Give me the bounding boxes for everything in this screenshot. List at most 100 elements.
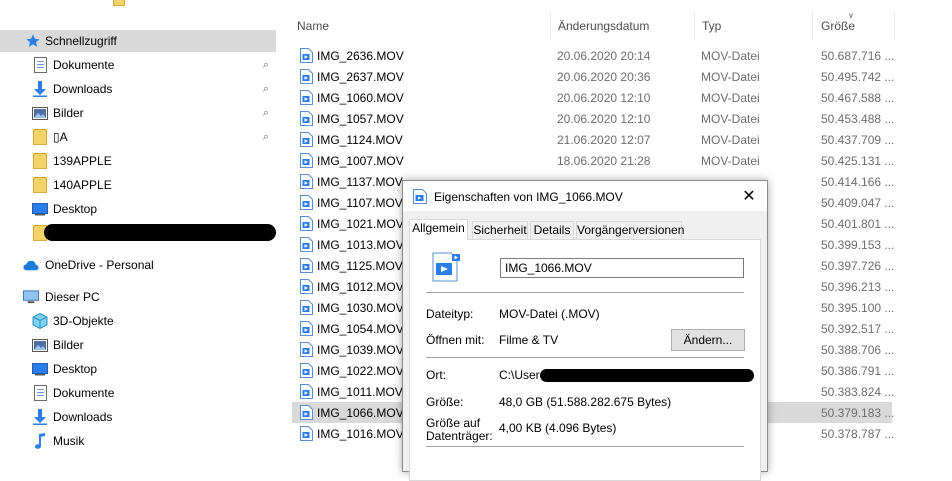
sidebar-item-label: Desktop xyxy=(53,202,98,216)
dialog-title: Eigenschaften von IMG_1066.MOV xyxy=(434,190,623,204)
location-value: C:\User xyxy=(499,368,540,382)
table-row[interactable]: IMG_2637.MOV 20.06.2020 20:36 MOV-Datei 50.… xyxy=(292,66,894,87)
sidebar-item-label: Downloads xyxy=(53,410,113,424)
column-divider[interactable] xyxy=(694,12,695,40)
dialog-titlebar[interactable]: Eigenschaften von IMG_1066.MOV ✕ xyxy=(403,181,767,211)
desktop-icon xyxy=(32,201,48,217)
file-type: MOV-Datei xyxy=(701,49,760,63)
tab-details[interactable]: Details xyxy=(530,221,574,239)
video-file-icon xyxy=(300,342,313,357)
file-name: IMG_1011.MOV xyxy=(317,385,403,399)
file-size: 50.453.488 ... xyxy=(821,112,895,126)
sidebar-item-downloads-pc[interactable]: Downloads xyxy=(0,406,276,428)
sidebar-item-quick-access[interactable]: Schnellzugriff xyxy=(0,30,276,52)
tab-vorgaengerversionen[interactable]: Vorgängerversionen xyxy=(576,221,684,239)
table-row[interactable]: IMG_1060.MOV 20.06.2020 12:10 MOV-Datei 50.… xyxy=(292,87,894,108)
file-date: 18.06.2020 21:28 xyxy=(557,154,651,168)
file-size: 50.383.824 ... xyxy=(821,385,895,399)
open-with-value: Filme & TV xyxy=(499,333,559,347)
pin-icon[interactable]: ⌕ xyxy=(260,59,272,71)
sidebar-item-bilder[interactable]: Bilder ⌕ xyxy=(0,102,276,124)
sidebar-item-139apple[interactable]: 139APPLE xyxy=(0,150,276,172)
file-name: IMG_1057.MOV xyxy=(317,112,404,126)
file-size: 50.425.131 ... xyxy=(821,154,895,168)
column-header-size[interactable]: Größe xyxy=(821,19,855,33)
video-file-icon xyxy=(300,426,313,441)
filename-input[interactable]: IMG_1066.MOV xyxy=(500,258,744,278)
change-button[interactable]: Ändern... xyxy=(671,329,745,351)
sidebar-item-bilder-pc[interactable]: Bilder xyxy=(0,334,276,356)
file-name: IMG_1054.MOV xyxy=(317,322,404,336)
document-icon xyxy=(32,385,48,401)
file-name: IMG_1012.MOV xyxy=(317,280,404,294)
file-size: 50.401.801 ... xyxy=(821,217,895,231)
video-file-icon xyxy=(300,237,313,252)
file-name: IMG_1007.MOV xyxy=(317,154,404,168)
sidebar-item-3d-objekte[interactable]: 3D-Objekte xyxy=(0,310,276,332)
table-row[interactable]: IMG_1007.MOV 18.06.2020 21:28 MOV-Datei 50.… xyxy=(292,150,895,171)
file-size: 50.409.047 ... xyxy=(821,196,895,210)
table-row[interactable]: IMG_1124.MOV 21.06.2020 12:07 MOV-Datei 50.… xyxy=(292,129,894,150)
tab-allgemein[interactable]: Allgemein xyxy=(409,219,468,240)
file-size: 50.388.706 ... xyxy=(821,343,895,357)
separator xyxy=(426,292,744,293)
table-row[interactable]: IMG_1057.MOV 20.06.2020 12:10 MOV-Datei 50.… xyxy=(292,108,895,129)
pin-icon[interactable]: ⌕ xyxy=(260,107,272,119)
file-name: IMG_1107.MOV xyxy=(317,196,403,210)
video-file-icon xyxy=(300,174,313,189)
pin-icon[interactable]: ⌕ xyxy=(260,131,272,143)
sidebar-item-musik[interactable]: Musik xyxy=(0,430,276,452)
column-divider[interactable] xyxy=(550,12,551,40)
video-file-icon xyxy=(300,48,313,63)
column-header-type[interactable]: Typ xyxy=(702,19,721,33)
pin-icon[interactable]: ⌕ xyxy=(260,83,272,95)
sidebar-item-label: OneDrive - Personal xyxy=(45,258,154,272)
tab-panel-allgemein: IMG_1066.MOV Dateityp: MOV-Datei (.MOV) … xyxy=(409,239,761,481)
sidebar-item-label: Dieser PC xyxy=(45,290,100,304)
folder-icon xyxy=(32,129,48,145)
sidebar-item-this-pc[interactable]: Dieser PC xyxy=(0,286,276,308)
file-name: IMG_1013.MOV xyxy=(317,238,404,252)
tab-sicherheit[interactable]: Sicherheit xyxy=(472,221,528,239)
file-size: 50.397.726 ... xyxy=(821,259,895,273)
video-file-icon xyxy=(300,216,313,231)
pictures-icon xyxy=(32,105,48,121)
file-type: MOV-Datei xyxy=(701,91,760,105)
file-name: IMG_1124.MOV xyxy=(317,133,403,147)
sidebar-item-label: ▯A xyxy=(53,130,68,144)
file-name: IMG_1066.MOV xyxy=(317,406,404,420)
desktop-icon xyxy=(32,361,48,377)
folder-icon xyxy=(32,177,48,193)
file-size: 50.395.100 ... xyxy=(821,301,895,315)
sidebar-item-desktop-pc[interactable]: Desktop xyxy=(0,358,276,380)
table-row[interactable]: IMG_2636.MOV 20.06.2020 20:14 MOV-Datei 50.… xyxy=(292,45,894,66)
file-size: 50.399.153 ... xyxy=(821,238,895,252)
column-header-name[interactable]: Name xyxy=(297,19,329,33)
sidebar-item-onedrive[interactable]: OneDrive - Personal xyxy=(0,254,276,276)
column-divider[interactable] xyxy=(812,12,813,40)
close-icon[interactable]: ✕ xyxy=(739,186,759,206)
file-date: 20.06.2020 12:10 xyxy=(557,112,651,126)
column-divider[interactable] xyxy=(894,12,895,40)
sidebar-item-folder-a[interactable]: ▯A ⌕ xyxy=(0,126,276,148)
file-name: IMG_1137.MOV xyxy=(317,175,403,189)
sidebar-item-dokumente[interactable]: Dokumente ⌕ xyxy=(0,54,276,76)
video-file-icon xyxy=(300,69,313,84)
sidebar-item-label: Musik xyxy=(53,434,85,448)
column-header-date[interactable]: Änderungsdatum xyxy=(558,19,649,33)
sidebar-item-downloads[interactable]: Downloads ⌕ xyxy=(0,78,276,100)
file-type: MOV-Datei xyxy=(701,154,760,168)
separator xyxy=(426,446,744,447)
sidebar-item-140apple[interactable]: 140APPLE xyxy=(0,174,276,196)
video-file-icon xyxy=(300,132,313,147)
sidebar-item-dokumente-pc[interactable]: Dokumente xyxy=(0,382,276,404)
sidebar-item-label: 139APPLE xyxy=(53,154,112,168)
file-name: IMG_1060.MOV xyxy=(317,91,404,105)
video-file-icon xyxy=(300,195,313,210)
size-label: Größe: xyxy=(426,395,464,409)
video-file-icon xyxy=(300,363,313,378)
sidebar-item-desktop[interactable]: Desktop xyxy=(0,198,276,220)
video-file-icon xyxy=(432,252,462,282)
file-name: IMG_1039.MOV xyxy=(317,343,404,357)
file-size: 50.392.517 ... xyxy=(821,322,895,336)
